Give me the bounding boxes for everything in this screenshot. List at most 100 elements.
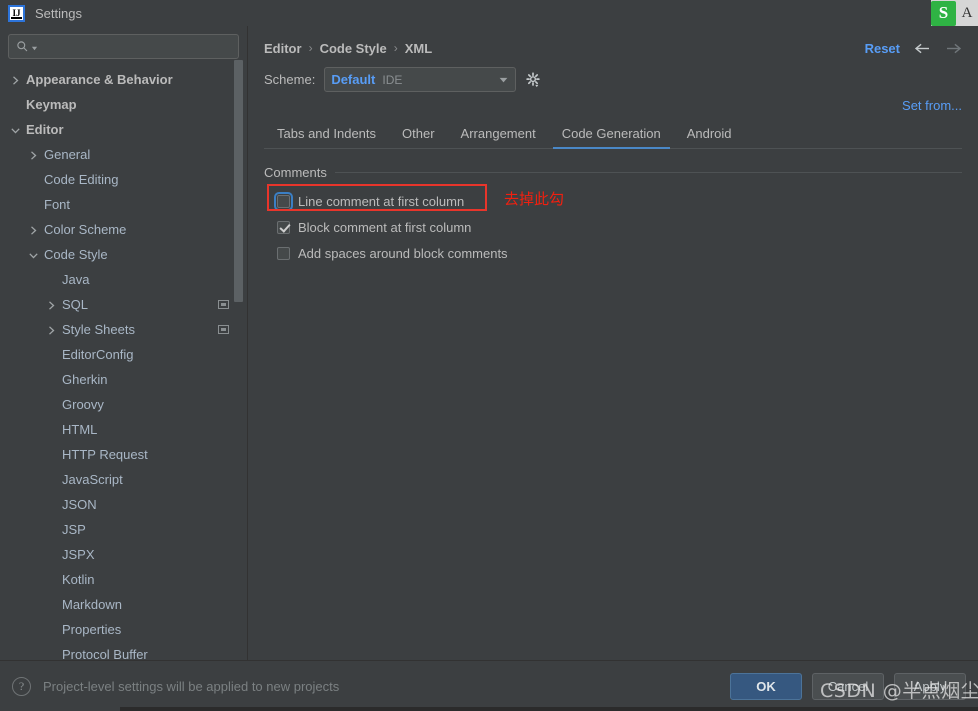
sidebar-item-font[interactable]: Font	[0, 192, 247, 217]
arrow-left-icon[interactable]	[914, 42, 931, 55]
chevron-down-icon[interactable]	[31, 45, 38, 52]
project-level-icon	[218, 300, 229, 309]
sidebar-item-gherkin[interactable]: Gherkin	[0, 367, 247, 392]
tab-label: Android	[686, 126, 732, 141]
checkbox-label: Add spaces around block comments	[298, 245, 508, 261]
sidebar-item-editor[interactable]: Editor	[0, 117, 247, 142]
sidebar-item-http-request[interactable]: HTTP Request	[0, 442, 247, 467]
arrow-right-icon[interactable]	[945, 42, 962, 55]
breadcrumb-item-xml: XML	[404, 40, 433, 56]
chevron-right-icon[interactable]	[28, 224, 39, 235]
tab-code-generation[interactable]: Code Generation	[549, 126, 674, 149]
settings-tree[interactable]: Appearance & Behavior Keymap Editor General…	[0, 65, 247, 660]
sidebar-item-code-editing[interactable]: Code Editing	[0, 167, 247, 192]
sidebar-item-label: HTML	[62, 422, 98, 437]
tab-other[interactable]: Other	[389, 126, 448, 148]
checkbox-label: Block comment at first column	[298, 219, 472, 235]
tab-android[interactable]: Android	[674, 126, 745, 148]
breadcrumb-item-code-style[interactable]: Code Style	[320, 41, 387, 56]
sogou-pinyin-icon[interactable]: S	[931, 0, 956, 26]
checkbox-unchecked-icon[interactable]	[274, 191, 293, 211]
checkbox-row-line-comment-at-first-column[interactable]: Line comment at first column	[274, 188, 962, 214]
sidebar-item-code-style[interactable]: Code Style	[0, 242, 247, 267]
apply-button[interactable]: Apply	[894, 672, 966, 700]
settings-workspace: Appearance & Behavior Keymap Editor General…	[0, 26, 978, 660]
chevron-right-icon[interactable]	[10, 74, 21, 85]
sidebar-item-html[interactable]: HTML	[0, 417, 247, 442]
set-from-link[interactable]: Set from...	[902, 98, 962, 116]
settings-sidebar: Appearance & Behavior Keymap Editor General…	[0, 26, 248, 660]
sidebar-item-label: Java	[62, 272, 90, 287]
ime-mode-label[interactable]: A	[956, 5, 978, 22]
checkbox-label: Line comment at first column	[298, 193, 465, 209]
tab-arrangement[interactable]: Arrangement	[448, 126, 549, 148]
sidebar-item-java[interactable]: Java	[0, 267, 247, 292]
breadcrumb-actions: Reset	[865, 41, 962, 56]
sidebar-item-sql[interactable]: SQL	[0, 292, 247, 317]
chevron-right-icon[interactable]	[28, 149, 39, 160]
scheme-select[interactable]: Default IDE	[324, 67, 517, 92]
cancel-button[interactable]: Cancel	[812, 672, 884, 700]
tab-label: Tabs and Indents	[277, 126, 377, 141]
chevron-right-icon[interactable]	[46, 324, 57, 335]
sidebar-item-keymap[interactable]: Keymap	[0, 92, 247, 117]
tab-label: Other	[402, 126, 435, 141]
sidebar-scrollbar-thumb[interactable]	[234, 60, 243, 302]
checkbox-row-block-comment-at-first-column[interactable]: Block comment at first column	[277, 214, 962, 240]
sidebar-item-appearance-behavior[interactable]: Appearance & Behavior	[0, 67, 247, 92]
checkbox-row-add-spaces-around-block-comments[interactable]: Add spaces around block comments	[277, 240, 962, 266]
sidebar-item-label: Kotlin	[62, 572, 95, 587]
group-title: Comments	[264, 165, 327, 180]
chevron-down-icon[interactable]	[10, 124, 21, 135]
scheme-label: Scheme:	[264, 72, 316, 87]
sidebar-item-general[interactable]: General	[0, 142, 247, 167]
sidebar-item-groovy[interactable]: Groovy	[0, 392, 247, 417]
sidebar-item-editorconfig[interactable]: EditorConfig	[0, 342, 247, 367]
search-input[interactable]	[40, 39, 231, 54]
window-bottom-edge	[120, 707, 978, 711]
sidebar-item-properties[interactable]: Properties	[0, 617, 247, 642]
button-label: Apply	[913, 678, 947, 694]
sidebar-item-color-scheme[interactable]: Color Scheme	[0, 217, 247, 242]
chevron-down-icon[interactable]	[28, 249, 39, 260]
sidebar-item-label: SQL	[62, 297, 89, 312]
search-box[interactable]	[8, 34, 239, 59]
sidebar-item-label: Color Scheme	[44, 222, 127, 237]
sidebar-item-label: Gherkin	[62, 372, 108, 387]
tab-label: Code Generation	[561, 126, 661, 141]
sidebar-item-label: Editor	[26, 122, 64, 137]
sidebar-item-json[interactable]: JSON	[0, 492, 247, 517]
breadcrumb-separator: ›	[308, 41, 313, 55]
sidebar-item-protocol-buffer[interactable]: Protocol Buffer	[0, 642, 247, 660]
breadcrumb-item-editor[interactable]: Editor	[264, 41, 302, 56]
scheme-value: Default	[331, 72, 376, 87]
tab-label: Arrangement	[460, 126, 536, 141]
chevron-right-icon[interactable]	[46, 299, 57, 310]
settings-tabs: Tabs and Indents Other Arrangement Code Gen…	[264, 121, 962, 149]
sidebar-scrollbar-track[interactable]	[234, 60, 243, 640]
sidebar-item-style-sheets[interactable]: Style Sheets	[0, 317, 247, 342]
sidebar-item-label: Properties	[62, 622, 122, 637]
sidebar-item-markdown[interactable]: Markdown	[0, 592, 247, 617]
scheme-row: Scheme: Default IDE	[264, 67, 962, 92]
sidebar-item-jsp[interactable]: JSP	[0, 517, 247, 542]
chevron-down-icon[interactable]	[499, 77, 508, 83]
checkbox-unchecked-icon[interactable]	[277, 246, 290, 260]
gear-icon[interactable]	[525, 71, 541, 88]
breadcrumb: Editor › Code Style › XML Reset	[264, 31, 962, 65]
checkbox-checked-icon[interactable]	[277, 220, 290, 234]
sidebar-item-javascript[interactable]: JavaScript	[0, 467, 247, 492]
footer-status-text: Project-level settings will be applied t…	[43, 678, 340, 694]
ok-button[interactable]: OK	[730, 672, 802, 700]
reset-link[interactable]: Reset	[865, 41, 900, 56]
sidebar-item-kotlin[interactable]: Kotlin	[0, 567, 247, 592]
tab-tabs-and-indents[interactable]: Tabs and Indents	[264, 126, 389, 148]
sidebar-item-jspx[interactable]: JSPX	[0, 542, 247, 567]
dialog-footer: ? Project-level settings will be applied…	[0, 660, 978, 711]
help-question-icon[interactable]: ?	[12, 676, 31, 696]
